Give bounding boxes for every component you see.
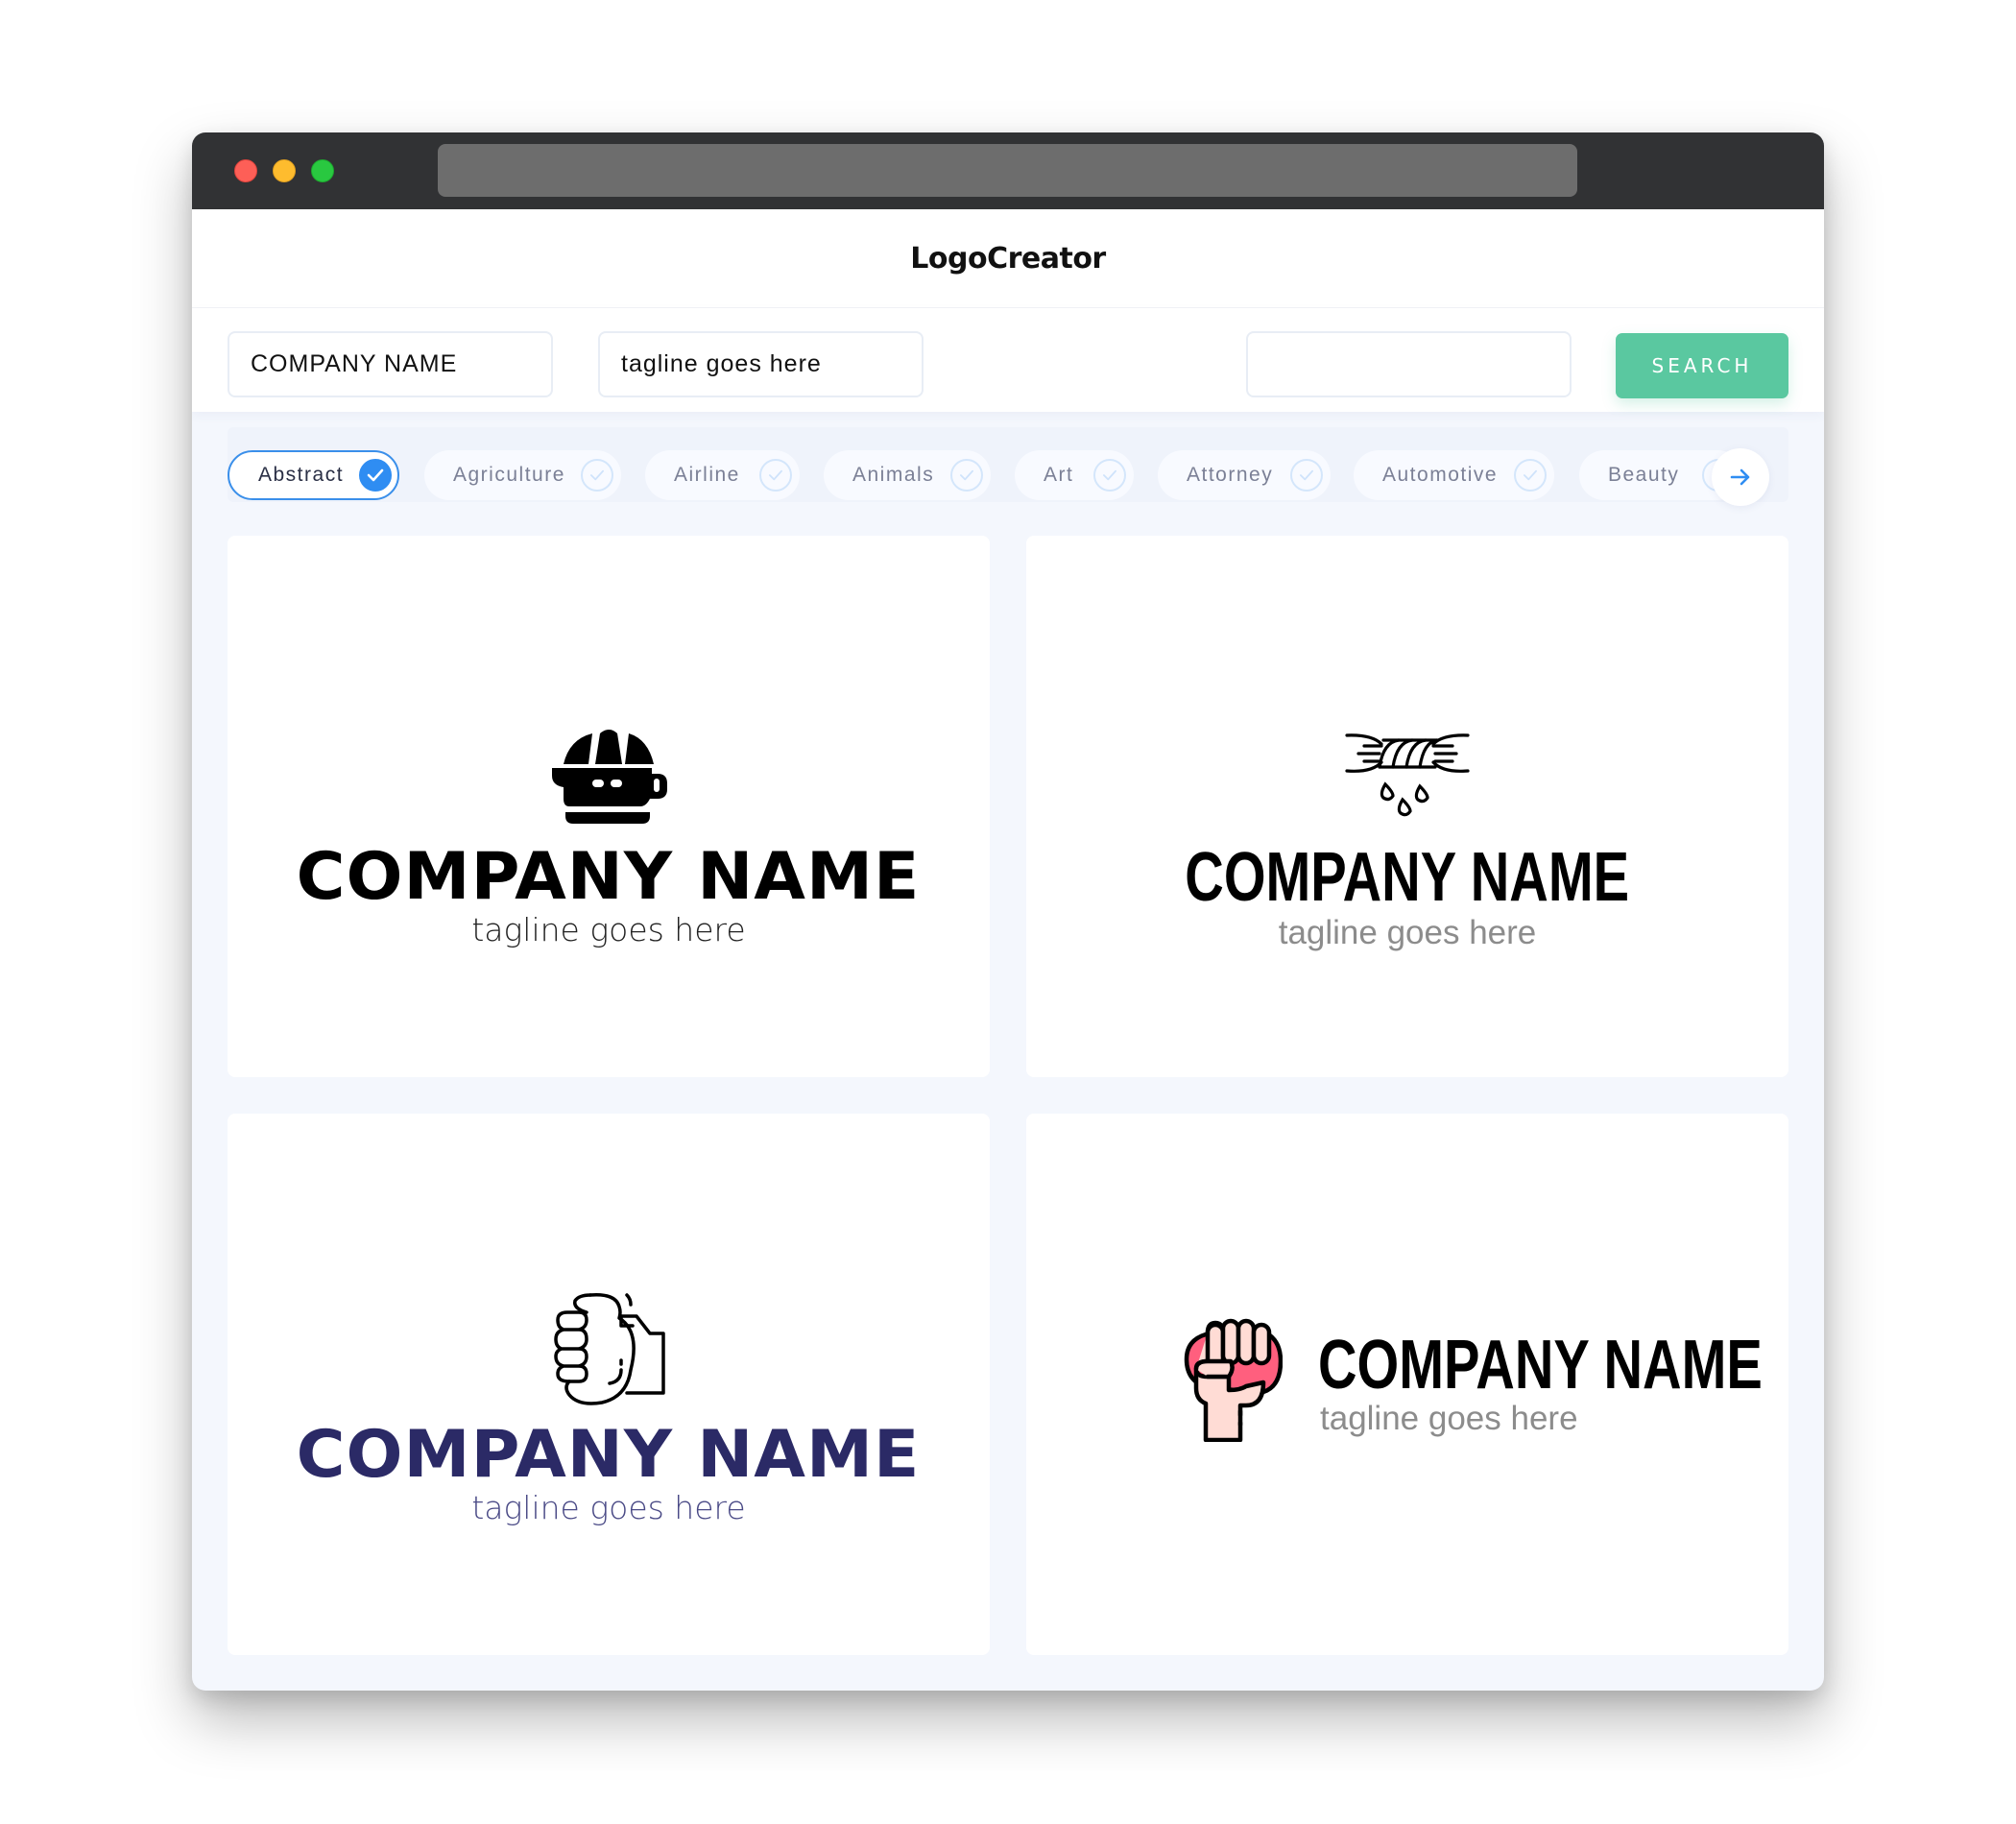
logo-icon-wrap — [1026, 732, 1788, 821]
logo-card[interactable]: COMPANY NAME tagline goes here — [1026, 536, 1788, 1077]
search-bar: COMPANY NAME tagline goes here SEARCH — [192, 308, 1824, 412]
raised-fist-icon — [1184, 1318, 1283, 1442]
tagline-wrap: tagline goes here — [1026, 916, 1788, 949]
check-icon — [1093, 459, 1126, 492]
company-name-wrap: COMPANY NAME — [1318, 1331, 1763, 1400]
tagline-wrap: tagline goes here — [228, 1492, 990, 1524]
app-logo-title[interactable]: LogoCreator — [910, 242, 1106, 276]
category-chip-animals[interactable]: Animals — [824, 450, 991, 500]
category-chip-label: Animals — [852, 464, 935, 486]
tagline-text: tagline goes here — [471, 1489, 746, 1526]
tagline-text: tagline goes here — [1320, 1400, 1578, 1437]
logo-icon-wrap — [1183, 1315, 1283, 1442]
twisted-rope-drops-icon — [1345, 733, 1470, 817]
tagline-text: tagline goes here — [1278, 914, 1537, 951]
company-name-text: COMPANY NAME — [1185, 839, 1630, 916]
tagline-input[interactable]: tagline goes here — [598, 331, 924, 397]
category-chip-label: Attorney — [1187, 464, 1274, 486]
category-filter-bar: Abstract Agriculture Airline Animals Art — [228, 427, 1788, 502]
next-categories-button[interactable] — [1712, 448, 1769, 506]
check-icon — [1514, 459, 1547, 492]
company-name-wrap: COMPANY NAME — [228, 845, 990, 910]
company-name-text: COMPANY NAME — [297, 1417, 921, 1493]
category-chip-automotive[interactable]: Automotive — [1354, 450, 1554, 500]
category-chip-label: Automotive — [1382, 464, 1499, 486]
maximize-window-button[interactable] — [311, 159, 334, 182]
logo-card[interactable]: COMPANY NAME tagline goes here — [1026, 1114, 1788, 1655]
company-name-wrap: COMPANY NAME — [1026, 843, 1788, 912]
category-chip-label: Airline — [674, 464, 740, 486]
logo-icon-wrap — [228, 730, 990, 824]
search-button[interactable]: SEARCH — [1616, 333, 1788, 398]
category-chip-label: Art — [1044, 464, 1074, 486]
minimize-window-button[interactable] — [273, 159, 296, 182]
keyword-input[interactable] — [1246, 331, 1572, 397]
category-chip-label: Agriculture — [453, 464, 565, 486]
check-icon — [359, 459, 392, 492]
company-name-text: COMPANY NAME — [297, 839, 921, 915]
check-icon — [1290, 459, 1323, 492]
category-chip-airline[interactable]: Airline — [645, 450, 800, 500]
app-header: LogoCreator — [192, 209, 1824, 308]
company-name-wrap: COMPANY NAME — [228, 1423, 990, 1488]
title-bar — [192, 132, 1824, 209]
check-icon — [950, 459, 983, 492]
company-name-text: COMPANY NAME — [1318, 1327, 1763, 1404]
close-window-button[interactable] — [234, 159, 257, 182]
address-bar[interactable] — [438, 144, 1577, 197]
tagline-text: tagline goes here — [471, 911, 746, 948]
browser-window: LogoCreator COMPANY NAME tagline goes he… — [192, 132, 1824, 1691]
check-icon — [581, 459, 613, 492]
category-chip-art[interactable]: Art — [1015, 450, 1134, 500]
category-chip-label: Beauty — [1608, 464, 1680, 486]
tagline-wrap: tagline goes here — [228, 914, 990, 946]
category-chip-abstract[interactable]: Abstract — [228, 450, 399, 500]
category-chip-label: Abstract — [258, 464, 345, 486]
logo-card[interactable]: COMPANY NAME tagline goes here — [228, 1114, 990, 1655]
company-name-input[interactable]: COMPANY NAME — [228, 331, 553, 397]
check-icon — [759, 459, 792, 492]
logo-icon-wrap — [228, 1293, 990, 1410]
logo-card[interactable]: COMPANY NAME tagline goes here — [228, 536, 990, 1077]
category-chip-attorney[interactable]: Attorney — [1158, 450, 1331, 500]
juicer-icon — [552, 730, 667, 824]
fist-hand-icon — [554, 1293, 665, 1405]
category-chip-agriculture[interactable]: Agriculture — [424, 450, 621, 500]
arrow-right-icon — [1730, 468, 1751, 486]
tagline-wrap: tagline goes here — [1320, 1402, 1578, 1435]
